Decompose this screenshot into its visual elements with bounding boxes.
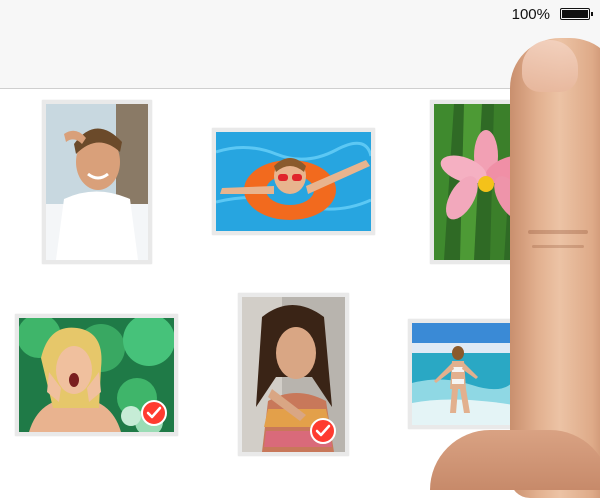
photo-girl-in-pool-float-image [216, 132, 371, 231]
photo-woman-at-beach[interactable] [408, 319, 518, 429]
finger-crease [532, 245, 584, 248]
battery-percentage: 100% [511, 6, 550, 23]
photo-girl-in-pool-float[interactable] [212, 128, 375, 235]
photo-pink-flower-image [434, 104, 522, 260]
photo-smiling-man[interactable] [42, 100, 152, 264]
photo-woman-at-beach-image [412, 323, 514, 425]
hand [430, 430, 600, 490]
photo-surprised-woman[interactable] [15, 314, 178, 436]
pointing-finger [510, 38, 600, 498]
selected-checkmark-icon [141, 400, 167, 426]
fingernail [522, 40, 578, 92]
photo-woman-portrait[interactable] [238, 293, 349, 456]
status-bar: 100% [0, 0, 600, 30]
photo-smiling-man-image [46, 104, 148, 260]
finger-crease [528, 230, 588, 234]
selected-checkmark-icon [310, 418, 336, 444]
battery-full-icon [560, 8, 593, 20]
